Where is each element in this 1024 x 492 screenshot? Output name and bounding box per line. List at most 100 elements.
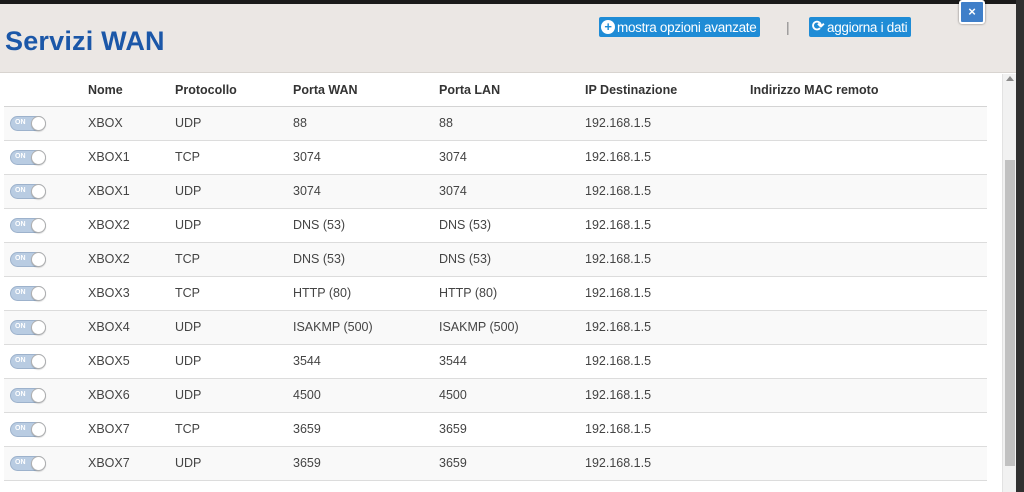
cell-wan-port: HTTP (80)	[293, 276, 439, 311]
cell-remote-mac	[750, 344, 987, 379]
enable-toggle[interactable]: ON	[10, 455, 46, 471]
cell-wan-port: 4500	[293, 378, 439, 413]
cell-lan-port: 3074	[439, 174, 585, 209]
enable-toggle[interactable]: ON	[10, 115, 46, 131]
toggle-knob	[31, 149, 46, 165]
column-header-name[interactable]: Nome	[88, 74, 175, 107]
cell-wan-port: DNS (53)	[293, 242, 439, 277]
enable-cell: ON	[4, 174, 88, 209]
enable-toggle[interactable]: ON	[10, 149, 46, 165]
cell-remote-mac	[750, 106, 987, 141]
column-header-wan-port[interactable]: Porta WAN	[293, 74, 439, 107]
cell-remote-mac	[750, 412, 987, 447]
toggle-state-label: ON	[15, 322, 26, 330]
cell-lan-port: 3544	[439, 344, 585, 379]
cell-destination-ip: 192.168.1.5	[585, 242, 750, 277]
cell-wan-port: 88	[293, 106, 439, 141]
scroll-up-arrow-icon[interactable]	[1006, 76, 1014, 81]
table-row[interactable]: ON XBOX6 UDP 4500 4500 192.168.1.5	[4, 378, 987, 413]
cell-destination-ip: 192.168.1.5	[585, 106, 750, 141]
cell-lan-port: 3659	[439, 446, 585, 481]
column-header-destination-ip[interactable]: IP Destinazione	[585, 74, 750, 107]
toggle-state-label: ON	[15, 254, 26, 262]
table-row[interactable]: ON XBOX1 TCP 3074 3074 192.168.1.5	[4, 140, 987, 175]
cell-name: XBOX7	[88, 446, 175, 481]
enable-toggle[interactable]: ON	[10, 387, 46, 403]
enable-toggle[interactable]: ON	[10, 319, 46, 335]
cell-remote-mac	[750, 242, 987, 277]
table-row[interactable]: ON XBOX5 UDP 3544 3544 192.168.1.5	[4, 344, 987, 379]
cell-wan-port: 3544	[293, 344, 439, 379]
table-row[interactable]: ON XBOX7 UDP 3659 3659 192.168.1.5	[4, 446, 987, 481]
close-button[interactable]: ×	[959, 0, 985, 24]
enable-cell: ON	[4, 106, 88, 141]
enable-toggle[interactable]: ON	[10, 183, 46, 199]
toggle-knob	[31, 319, 46, 335]
cell-name: XBOX2	[88, 208, 175, 243]
column-header-protocol[interactable]: Protocollo	[175, 74, 293, 107]
cell-destination-ip: 192.168.1.5	[585, 412, 750, 447]
table-row[interactable]: ON XBOX UDP 88 88 192.168.1.5	[4, 106, 987, 141]
wan-services-table: Nome Protocollo Porta WAN Porta LAN IP D…	[4, 74, 987, 481]
cell-destination-ip: 192.168.1.5	[585, 310, 750, 345]
cell-name: XBOX	[88, 106, 175, 141]
cell-destination-ip: 192.168.1.5	[585, 344, 750, 379]
enable-cell: ON	[4, 276, 88, 311]
table-row[interactable]: ON XBOX7 TCP 3659 3659 192.168.1.5	[4, 412, 987, 447]
cell-name: XBOX3	[88, 276, 175, 311]
toggle-knob	[31, 387, 46, 403]
toggle-knob	[31, 251, 46, 267]
enable-toggle[interactable]: ON	[10, 285, 46, 301]
cell-destination-ip: 192.168.1.5	[585, 378, 750, 413]
table-row[interactable]: ON XBOX4 UDP ISAKMP (500) ISAKMP (500) 192.16…	[4, 310, 987, 345]
enable-toggle[interactable]: ON	[10, 251, 46, 267]
column-header-lan-port[interactable]: Porta LAN	[439, 74, 585, 107]
toggle-knob	[31, 183, 46, 199]
cell-wan-port: 3659	[293, 412, 439, 447]
cell-remote-mac	[750, 208, 987, 243]
show-advanced-options-button[interactable]: + mostra opzioni avanzate	[599, 17, 761, 37]
cell-lan-port: 3659	[439, 412, 585, 447]
cell-wan-port: 3659	[293, 446, 439, 481]
cell-lan-port: ISAKMP (500)	[439, 310, 585, 345]
header-separator: |	[786, 19, 790, 35]
enable-toggle[interactable]: ON	[10, 353, 46, 369]
enable-cell: ON	[4, 140, 88, 175]
toggle-state-label: ON	[15, 288, 26, 296]
cell-name: XBOX7	[88, 412, 175, 447]
toggle-state-label: ON	[15, 356, 26, 364]
toggle-knob	[31, 115, 46, 131]
enable-cell: ON	[4, 208, 88, 243]
cell-remote-mac	[750, 174, 987, 209]
refresh-data-label: aggiorna i dati	[827, 19, 908, 35]
enable-cell: ON	[4, 412, 88, 447]
refresh-icon: ⟳	[811, 18, 825, 35]
cell-protocol: UDP	[175, 378, 293, 413]
enable-cell: ON	[4, 310, 88, 345]
enable-toggle[interactable]: ON	[10, 421, 46, 437]
cell-name: XBOX1	[88, 174, 175, 209]
refresh-data-button[interactable]: ⟳ aggiorna i dati	[809, 17, 912, 37]
cell-destination-ip: 192.168.1.5	[585, 446, 750, 481]
table-row[interactable]: ON XBOX2 UDP DNS (53) DNS (53) 192.168.1.5	[4, 208, 987, 243]
toggle-knob	[31, 421, 46, 437]
table-row[interactable]: ON XBOX3 TCP HTTP (80) HTTP (80) 192.168.1.5	[4, 276, 987, 311]
cell-destination-ip: 192.168.1.5	[585, 276, 750, 311]
toggle-knob	[31, 455, 46, 471]
enable-toggle[interactable]: ON	[10, 217, 46, 233]
toggle-state-label: ON	[15, 220, 26, 228]
table-row[interactable]: ON XBOX2 TCP DNS (53) DNS (53) 192.168.1.5	[4, 242, 987, 277]
toggle-state-label: ON	[15, 458, 26, 466]
toggle-knob	[31, 285, 46, 301]
enable-cell: ON	[4, 378, 88, 413]
show-advanced-options-label: mostra opzioni avanzate	[617, 19, 757, 35]
cell-wan-port: ISAKMP (500)	[293, 310, 439, 345]
scrollbar-thumb[interactable]	[1005, 160, 1015, 466]
column-header-remote-mac[interactable]: Indirizzo MAC remoto	[750, 74, 987, 107]
cell-protocol: UDP	[175, 106, 293, 141]
dialog-header: Servizi WAN	[0, 4, 1024, 73]
vertical-scrollbar[interactable]	[1002, 74, 1016, 492]
table-row[interactable]: ON XBOX1 UDP 3074 3074 192.168.1.5	[4, 174, 987, 209]
cell-protocol: UDP	[175, 174, 293, 209]
cell-lan-port: 3074	[439, 140, 585, 175]
